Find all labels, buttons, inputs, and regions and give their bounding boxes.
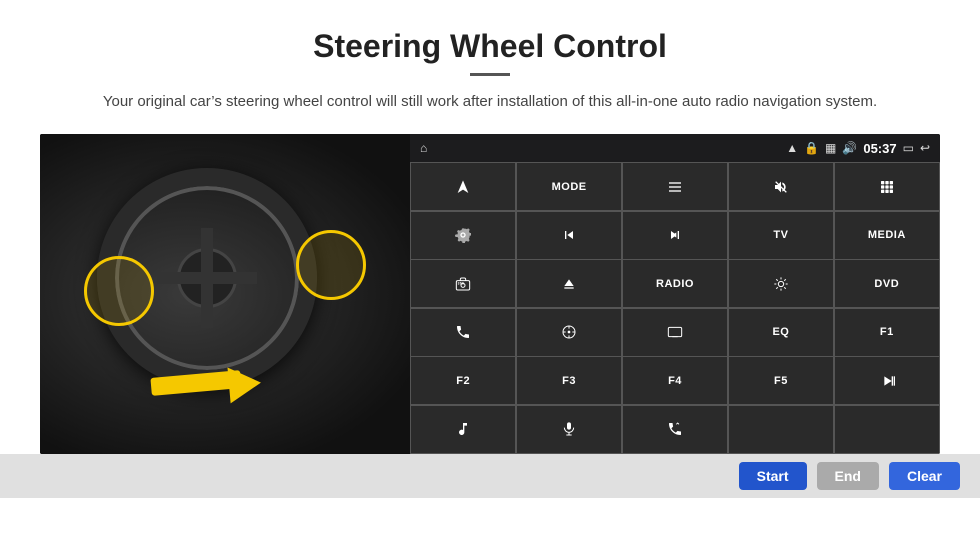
radio-btn[interactable]: RADIO	[623, 260, 727, 307]
start-button[interactable]: Start	[739, 462, 807, 490]
navi-btn[interactable]	[517, 309, 621, 356]
steering-wheel-image	[40, 134, 410, 454]
highlight-right	[296, 230, 366, 300]
empty1[interactable]	[729, 406, 833, 453]
eject-btn[interactable]	[517, 260, 621, 307]
f5-btn[interactable]: F5	[729, 357, 833, 404]
status-bar: ⌂ ▲ 🔒 ▦ 🔊 05:37 ▭ ↩	[410, 134, 940, 162]
f1-btn[interactable]: F1	[835, 309, 939, 356]
clock-display: 05:37	[863, 141, 896, 156]
mic-btn[interactable]	[517, 406, 621, 453]
page-wrapper: Steering Wheel Control Your original car…	[0, 0, 980, 454]
f2-btn[interactable]: F2	[411, 357, 515, 404]
status-bar-right: ▲ 🔒 ▦ 🔊 05:37 ▭ ↩	[786, 141, 930, 156]
svg-text:360: 360	[458, 281, 465, 285]
mode-btn[interactable]: MODE	[517, 163, 621, 210]
page-title: Steering Wheel Control	[40, 28, 940, 65]
brightness-btn[interactable]	[729, 260, 833, 307]
nav-icon[interactable]	[411, 163, 515, 210]
home-icon: ⌂	[420, 141, 427, 155]
next-btn[interactable]	[623, 212, 727, 259]
screen-icon: ▭	[903, 141, 914, 155]
tv-btn[interactable]: TV	[729, 212, 833, 259]
back-icon: ↩	[920, 141, 930, 155]
f3-btn[interactable]: F3	[517, 357, 621, 404]
phone-btn[interactable]	[411, 309, 515, 356]
eq-btn[interactable]: EQ	[729, 309, 833, 356]
sim-icon: ▦	[825, 141, 836, 155]
dvd-btn[interactable]: DVD	[835, 260, 939, 307]
prev-btn[interactable]	[517, 212, 621, 259]
music-btn[interactable]	[411, 406, 515, 453]
apps-btn[interactable]	[835, 163, 939, 210]
highlight-left	[84, 256, 154, 326]
page-subtitle: Your original car’s steering wheel contr…	[40, 90, 940, 114]
android-panel: ⌂ ▲ 🔒 ▦ 🔊 05:37 ▭ ↩ MODE TVMEDIA 360 RADIO D…	[410, 134, 940, 454]
call-btn[interactable]	[623, 406, 727, 453]
end-button[interactable]: End	[817, 462, 879, 490]
f4-btn[interactable]: F4	[623, 357, 727, 404]
lock-icon: 🔒	[804, 141, 819, 155]
empty2[interactable]	[835, 406, 939, 453]
list-btn[interactable]	[623, 163, 727, 210]
screen-btn[interactable]	[623, 309, 727, 356]
bluetooth-icon: 🔊	[842, 141, 857, 155]
clear-button[interactable]: Clear	[889, 462, 960, 490]
arrow	[151, 366, 281, 406]
title-divider	[470, 73, 510, 76]
content-row: ⌂ ▲ 🔒 ▦ 🔊 05:37 ▭ ↩ MODE TVMEDIA 360 RADIO D…	[40, 134, 940, 454]
wifi-icon: ▲	[786, 141, 798, 155]
settings-btn[interactable]	[411, 212, 515, 259]
mute-btn[interactable]	[729, 163, 833, 210]
cam360-btn[interactable]: 360	[411, 260, 515, 307]
media-btn[interactable]: MEDIA	[835, 212, 939, 259]
bottom-bar: Start End Clear	[0, 454, 980, 498]
status-bar-left: ⌂	[420, 141, 427, 155]
buttons-grid: MODE TVMEDIA 360 RADIO DVDEQF1 F2F3F4F5	[410, 162, 940, 454]
playpause-btn[interactable]	[835, 357, 939, 404]
